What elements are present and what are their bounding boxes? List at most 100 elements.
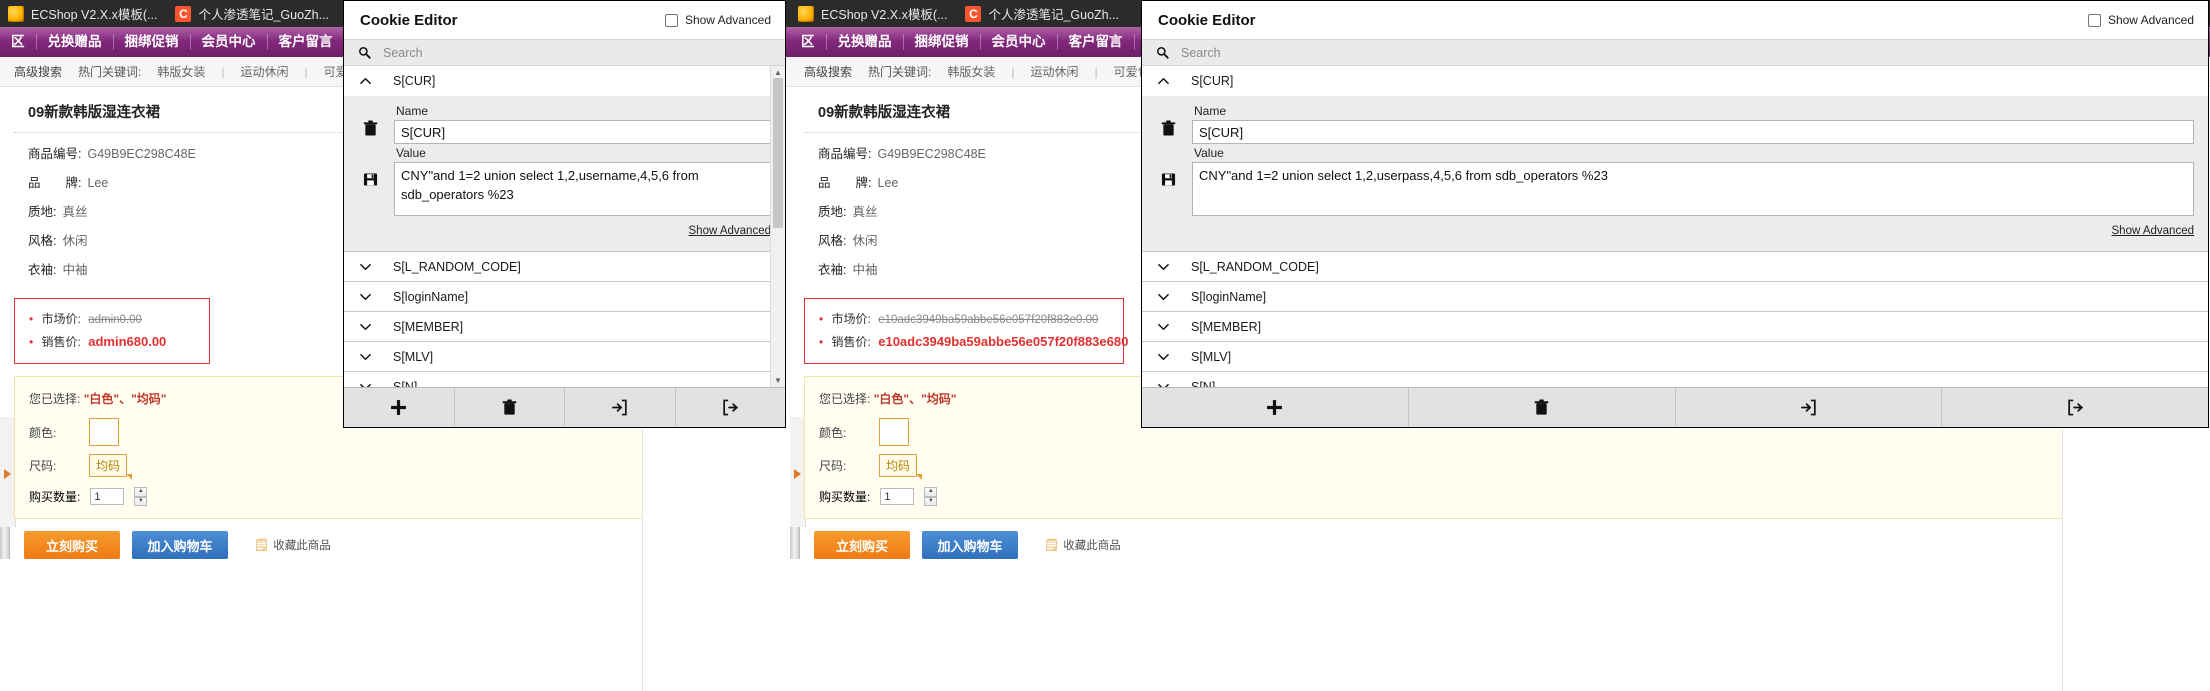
advanced-search-link[interactable]: 高级搜索 [14, 63, 62, 80]
bullet-icon: • [29, 312, 34, 326]
nav-item-0[interactable]: 区 [790, 34, 827, 50]
stepper-up[interactable]: ▲ [924, 487, 938, 497]
scrollbar-thumb[interactable] [773, 78, 783, 228]
buy-now-button[interactable]: 立刻购买 [814, 531, 910, 559]
cookie-row[interactable]: S[L_RANDOM_CODE] [1142, 252, 2208, 282]
nav-item-2[interactable]: 捆绑促销 [904, 34, 981, 50]
size-option-onesize[interactable]: 均码 [879, 454, 923, 480]
cookie-row[interactable]: S[N] [1142, 372, 2208, 387]
add-to-cart-button[interactable]: 加入购物车 [132, 531, 228, 559]
value-label: Value [1194, 146, 1224, 160]
favorite-link[interactable]: 🗒 收藏此商品 [1044, 537, 1121, 553]
keyword-1[interactable]: 运动休闲 [241, 63, 289, 80]
color-swatch-white[interactable] [89, 418, 119, 446]
kw-sep: | [1011, 64, 1015, 79]
scroll-down-arrow[interactable]: ▼ [771, 374, 785, 387]
tab-title: ECShop V2.X.x模板(... [821, 8, 948, 22]
name-label: Name [1194, 104, 1227, 118]
cookie-row[interactable]: S[L_RANDOM_CODE] [344, 252, 785, 282]
checkbox-icon[interactable] [664, 13, 678, 27]
tab-ecshop-left[interactable]: ECShop V2.X.x模板(... [0, 0, 167, 27]
trash-icon[interactable] [363, 120, 378, 137]
ecshop-favicon [8, 5, 24, 22]
stepper-down[interactable]: ▼ [924, 496, 938, 506]
attr-value: 中袖 [852, 263, 878, 277]
delete-all-button[interactable] [1409, 388, 1676, 427]
stepper-up[interactable]: ▲ [134, 487, 148, 497]
show-advanced-toggle[interactable]: Show Advanced [664, 13, 771, 27]
kw-sep: | [221, 64, 225, 79]
keyword-0[interactable]: 韩版女装 [947, 63, 995, 80]
cookie-name-input[interactable] [394, 120, 771, 144]
tab-csdn-right[interactable]: C 个人渗透笔记_GuoZh... [957, 0, 1129, 27]
show-advanced-toggle[interactable]: Show Advanced [2087, 13, 2194, 27]
quantity-stepper[interactable]: ▲ ▼ [924, 487, 938, 506]
cookie-row-expanded[interactable]: S[CUR] [344, 66, 785, 96]
size-label: 尺码: [819, 459, 847, 473]
cookie-value-textarea[interactable] [1192, 162, 2194, 216]
cookie-list-scrollbar[interactable]: ▲ ▼ [770, 66, 785, 387]
export-cookies-button[interactable] [1942, 388, 2208, 427]
save-icon[interactable] [363, 171, 378, 188]
buy-now-button[interactable]: 立刻购买 [24, 531, 120, 559]
trash-icon[interactable] [1161, 120, 1176, 137]
cookie-row-expanded[interactable]: S[CUR] [1142, 66, 2208, 96]
cookie-row[interactable]: S[loginName] [1142, 282, 2208, 312]
export-cookies-button[interactable] [676, 388, 786, 427]
attr-label: 商品编号: [818, 147, 872, 161]
cookie-detail-fields: Name Value Show Advanced [1192, 102, 2194, 237]
nav-item-3[interactable]: 会员中心 [981, 34, 1058, 50]
cookie-row[interactable]: S[loginName] [344, 282, 785, 312]
cookie-row[interactable]: S[N] [344, 372, 785, 387]
arrow-right-icon [4, 469, 11, 479]
show-advanced-link[interactable]: Show Advanced [1192, 225, 2194, 237]
cookie-row[interactable]: S[MLV] [1142, 342, 2208, 372]
chevron-down-icon [360, 293, 371, 301]
tab-csdn-left[interactable]: C 个人渗透笔记_GuoZh... [167, 0, 339, 27]
keyword-1[interactable]: 运动休闲 [1031, 63, 1079, 80]
nav-item-1[interactable]: 兑换赠品 [37, 34, 114, 50]
delete-all-button[interactable] [455, 388, 565, 427]
stepper-down[interactable]: ▼ [134, 496, 148, 506]
nav-item-4[interactable]: 客户留言 [268, 34, 345, 50]
favorite-link[interactable]: 🗒 收藏此商品 [254, 537, 331, 553]
cookie-name-input[interactable] [1192, 120, 2194, 144]
attr-value: 休闲 [852, 234, 878, 248]
keyword-0[interactable]: 韩版女装 [157, 63, 205, 80]
tab-ecshop-right[interactable]: ECShop V2.X.x模板(... [790, 0, 957, 27]
save-icon[interactable] [1161, 171, 1176, 188]
nav-item-4[interactable]: 客户留言 [1058, 34, 1135, 50]
quantity-input[interactable] [90, 488, 125, 505]
import-cookies-button[interactable] [565, 388, 676, 427]
import-cookies-button[interactable] [1676, 388, 1943, 427]
add-cookie-button[interactable] [344, 388, 455, 427]
nav-item-1[interactable]: 兑换赠品 [827, 34, 904, 50]
cookie-row[interactable]: S[MEMBER] [344, 312, 785, 342]
color-swatch-white[interactable] [879, 418, 909, 446]
trash-icon [1534, 399, 1549, 415]
checkbox-icon[interactable] [2087, 13, 2101, 27]
kw-sep: | [304, 64, 308, 79]
quantity-input[interactable] [880, 488, 915, 505]
cookie-row[interactable]: S[MEMBER] [1142, 312, 2208, 342]
nav-item-0[interactable]: 区 [0, 34, 37, 50]
attr-label: 质地: [28, 205, 57, 219]
nav-item-2[interactable]: 捆绑促销 [114, 34, 191, 50]
sale-price-value: e10adc3949ba59abbe56e057f20f883e680 [878, 334, 1129, 349]
cookie-search-bar[interactable]: Search [1142, 39, 2208, 66]
advanced-search-link[interactable]: 高级搜索 [804, 63, 852, 80]
cookie-search-bar[interactable]: Search [344, 39, 785, 66]
trash-icon [502, 399, 517, 415]
cookie-value-textarea[interactable] [394, 162, 771, 216]
add-to-cart-button[interactable]: 加入购物车 [922, 531, 1018, 559]
nav-item-3[interactable]: 会员中心 [191, 34, 268, 50]
quantity-stepper[interactable]: ▲ ▼ [134, 487, 148, 506]
size-row: 尺码: 均码 [819, 454, 2183, 480]
size-option-onesize[interactable]: 均码 [89, 454, 133, 480]
show-advanced-link[interactable]: Show Advanced [394, 225, 771, 237]
add-cookie-button[interactable] [1142, 388, 1409, 427]
favorite-label: 收藏此商品 [273, 540, 331, 552]
cookie-row[interactable]: S[MLV] [344, 342, 785, 372]
chevron-down-icon [1158, 383, 1169, 387]
attr-value: 休闲 [62, 234, 88, 248]
